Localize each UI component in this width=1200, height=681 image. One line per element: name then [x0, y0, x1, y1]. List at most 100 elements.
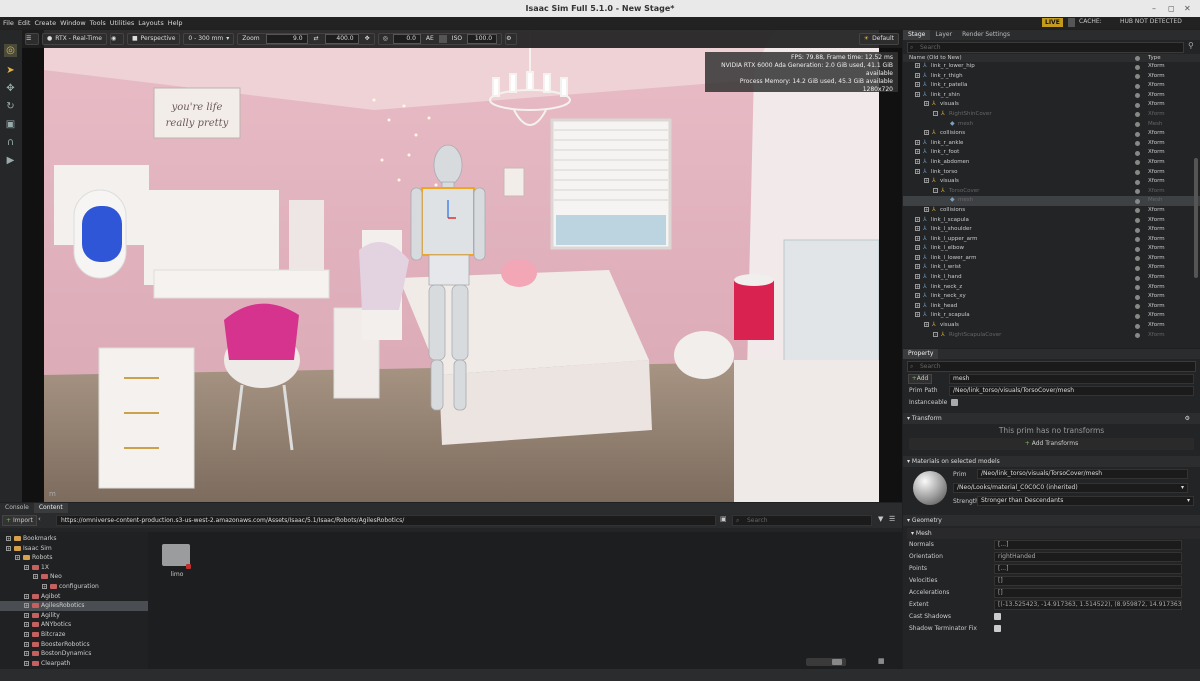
content-tree-item[interactable]: + Bookmarks [0, 534, 148, 544]
content-tree-item[interactable]: + ANYbotics [0, 620, 148, 630]
stage-row[interactable]: + ⅄ collisions Xform [903, 206, 1200, 216]
stage-row[interactable]: + ⅄ link_neck_xy Xform [903, 292, 1200, 302]
stage-row[interactable]: + ⅄ RightShinCover Xform [903, 110, 1200, 120]
stage-row[interactable]: + ⅄ link_head Xform [903, 302, 1200, 312]
geometry-row-value[interactable]: [] [994, 588, 1182, 598]
visibility-eye-icon[interactable] [1135, 323, 1140, 329]
thumbnail-size-slider[interactable] [806, 658, 846, 666]
camera-button[interactable]: ■ Perspective [126, 33, 181, 45]
speed-input[interactable]: 400.0 [324, 34, 359, 44]
visibility-eye-icon[interactable] [1135, 83, 1140, 89]
expand-toggle-icon[interactable]: + [6, 545, 11, 551]
render-mode-button[interactable]: ● RTX - Real-Time [42, 33, 107, 45]
navigation-icon[interactable]: ✥ [365, 34, 370, 44]
stage-row[interactable]: + ⅄ link_r_scapula Xform [903, 311, 1200, 321]
expand-toggle-icon[interactable]: + [24, 612, 29, 618]
import-button[interactable]: + Import [2, 515, 37, 526]
menu-edit[interactable]: Edit [18, 19, 31, 27]
stage-row[interactable]: + ⅄ link_l_shoulder Xform [903, 225, 1200, 235]
expand-toggle-icon[interactable]: + [24, 651, 29, 657]
tab-layer[interactable]: Layer [930, 30, 957, 40]
visibility-eye-icon[interactable] [1135, 246, 1140, 252]
move-icon[interactable]: ✥ [4, 82, 17, 95]
visibility-eye-icon[interactable] [1135, 160, 1140, 166]
expand-toggle-icon[interactable]: + [15, 555, 20, 561]
content-tree-item[interactable]: + Clearpath [0, 659, 148, 669]
visibility-eye-icon[interactable] [1135, 122, 1140, 128]
content-tree-item[interactable]: + Agility [0, 611, 148, 621]
tab-console[interactable]: Console [0, 503, 34, 513]
visibility-eye-icon[interactable] [1135, 198, 1140, 204]
expand-toggle-icon[interactable]: + [915, 63, 920, 68]
url-field[interactable]: https://omniverse-content-production.s3-… [56, 515, 716, 526]
iso-input[interactable]: 100.0 [467, 34, 498, 44]
menu-tools[interactable]: Tools [90, 19, 106, 27]
expand-toggle-icon[interactable]: + [924, 101, 929, 107]
back-icon[interactable]: ‹ [38, 515, 41, 523]
grid-view-icon[interactable]: ▦ [878, 657, 885, 665]
expand-toggle-icon[interactable]: + [915, 245, 920, 251]
expand-toggle-icon[interactable]: + [915, 254, 920, 260]
stage-scrollbar[interactable] [1194, 158, 1198, 278]
visibility-eye-icon[interactable] [1135, 227, 1140, 233]
material-prim-field[interactable]: /Neo/link_torso/visuals/TorsoCover/mesh [977, 469, 1188, 479]
live-button[interactable]: LIVE [1042, 18, 1063, 27]
visibility-eye-icon[interactable] [1135, 285, 1140, 291]
expand-toggle-icon[interactable]: + [915, 82, 920, 88]
visibility-eye-icon[interactable] [1135, 256, 1140, 262]
stage-row[interactable]: + ⅄ visuals Xform [903, 321, 1200, 331]
content-tree-item[interactable]: + BostonDynamics [0, 649, 148, 659]
maximize-button[interactable]: ◻ [1168, 0, 1175, 17]
expand-toggle-icon[interactable]: + [915, 158, 920, 164]
expand-toggle-icon[interactable]: + [915, 216, 920, 222]
visibility-eye-icon[interactable] [1135, 208, 1140, 214]
filter-icon[interactable]: ⚲ [1188, 42, 1196, 50]
stage-row[interactable]: + ⅄ link_torso Xform [903, 168, 1200, 178]
visibility-eye-icon[interactable] [1135, 150, 1140, 156]
add-button[interactable]: +Add [908, 374, 932, 384]
expand-toggle-icon[interactable]: + [24, 593, 29, 599]
menu-utilities[interactable]: Utilities [110, 19, 134, 27]
content-search-input[interactable]: ⌕ Search [732, 515, 872, 526]
expand-toggle-icon[interactable]: + [915, 168, 920, 174]
expand-toggle-icon[interactable]: + [915, 312, 920, 318]
expand-toggle-icon[interactable]: + [933, 331, 938, 337]
expand-toggle-icon[interactable]: + [924, 178, 929, 184]
expand-toggle-icon[interactable]: + [24, 603, 29, 609]
content-tree-item[interactable]: + Agibot [0, 592, 148, 602]
visibility-eye-icon[interactable] [1135, 189, 1140, 195]
content-tree-item[interactable]: + configuration [0, 582, 148, 592]
expand-toggle-icon[interactable]: + [915, 264, 920, 270]
expand-toggle-icon[interactable] [942, 121, 947, 126]
viewport-scene[interactable]: you're life really pretty m [44, 30, 879, 502]
settings-icon[interactable]: ⚙ [505, 33, 518, 45]
scale-icon[interactable]: ▣ [4, 118, 17, 131]
filter-icon[interactable]: ▼ [878, 515, 883, 523]
stage-col-type[interactable]: Type [1148, 54, 1161, 62]
stage-row[interactable]: + ⅄ link_l_upper_arm Xform [903, 235, 1200, 245]
content-tree-item[interactable]: + AgilesRobotics [0, 601, 148, 611]
stage-row[interactable]: + ⅄ link_neck_z Xform [903, 283, 1200, 293]
lighting-button[interactable]: ☀ Default [858, 33, 899, 45]
close-button[interactable]: ✕ [1184, 0, 1191, 17]
visibility-eye-icon[interactable] [1135, 237, 1140, 243]
stage-row[interactable]: ◆ mesh Mesh [903, 120, 1200, 130]
geometry-section-header[interactable]: ▾ Geometry [903, 515, 1200, 526]
expand-toggle-icon[interactable]: + [915, 226, 920, 232]
tab-content[interactable]: Content [33, 503, 68, 513]
stage-search-input[interactable]: ⌕ Search [907, 42, 1184, 53]
tab-property[interactable]: Property [903, 349, 939, 359]
menu-help[interactable]: Help [168, 19, 183, 27]
geometry-row-value[interactable]: [...] [994, 540, 1182, 550]
stage-col-name[interactable]: Name (Old to New) [909, 55, 962, 61]
select-arrow-icon[interactable]: ➤ [4, 64, 17, 77]
transform-section-header[interactable]: ▾ Transform ⚙ [903, 413, 1200, 424]
expand-toggle-icon[interactable]: + [24, 622, 29, 628]
prim-name-field[interactable]: mesh [949, 374, 1194, 384]
slider-thumb[interactable] [832, 659, 842, 665]
expand-toggle-icon[interactable]: + [915, 302, 920, 308]
content-tree-item[interactable]: + Isaac Sim [0, 544, 148, 554]
stage-row[interactable]: + ⅄ link_r_lower_hip Xform [903, 62, 1200, 72]
menu-window[interactable]: Window [60, 19, 86, 27]
expand-toggle-icon[interactable]: + [915, 283, 920, 289]
